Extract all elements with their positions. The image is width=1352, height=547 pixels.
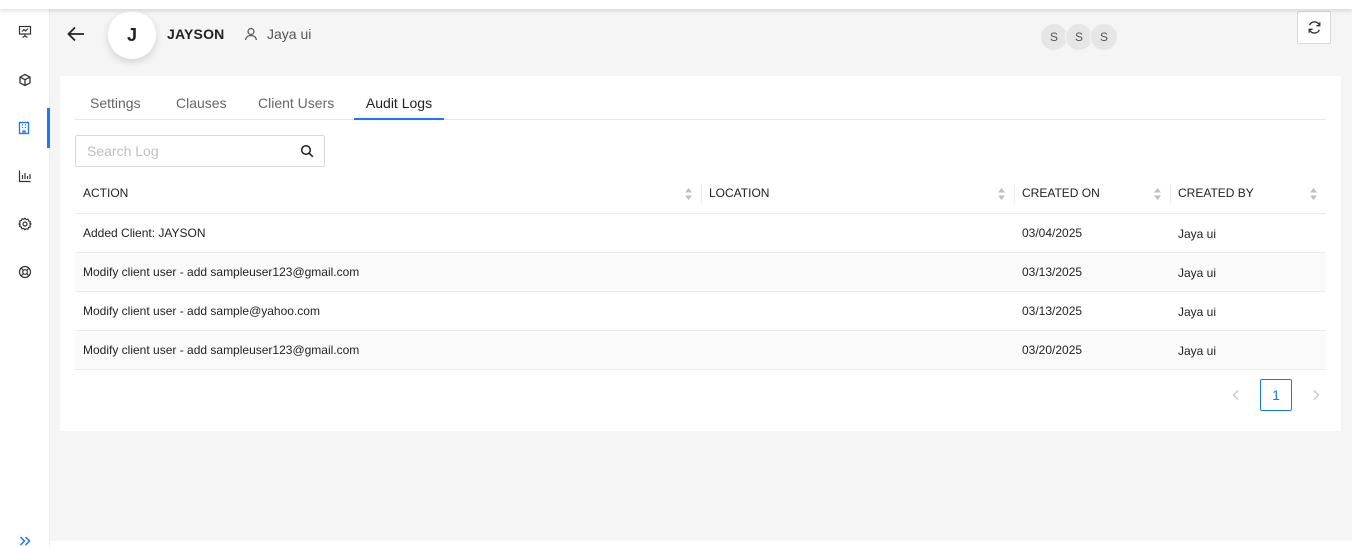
column-label: ACTION xyxy=(83,186,129,201)
chevron-right-icon xyxy=(1313,390,1320,400)
sidebar-item-support[interactable] xyxy=(0,252,50,292)
double-chevron-right-icon xyxy=(19,536,31,546)
client-avatar: J xyxy=(108,11,156,59)
table-header-row: ACTION LOCATION CREATED ON CREATED BY xyxy=(75,174,1326,214)
tab-settings[interactable]: Settings xyxy=(90,95,141,120)
user-chip: Jaya ui xyxy=(244,26,311,42)
previous-page-button[interactable] xyxy=(1220,379,1252,411)
presence-avatar: S xyxy=(1040,23,1068,51)
sort-icon xyxy=(685,188,692,200)
table-row[interactable]: Modify client user - add sampleuser123@g… xyxy=(75,252,1326,292)
created-on-cell: 03/13/2025 xyxy=(1014,252,1170,292)
table-row[interactable]: Modify client user - add sampleuser123@g… xyxy=(75,330,1326,370)
sidebar-item-dashboard[interactable] xyxy=(0,12,50,52)
column-header-action[interactable]: ACTION xyxy=(75,174,701,214)
location-cell xyxy=(701,330,1014,370)
refresh-button[interactable] xyxy=(1297,11,1331,44)
created-on-cell: 03/20/2025 xyxy=(1014,330,1170,370)
tab-clauses[interactable]: Clauses xyxy=(176,95,227,120)
search-icon[interactable] xyxy=(300,144,314,158)
created-on-cell: 03/04/2025 xyxy=(1014,213,1170,253)
location-cell xyxy=(701,291,1014,331)
column-label: CREATED BY xyxy=(1178,186,1254,201)
presence-avatar: S xyxy=(1090,23,1118,51)
action-cell: Added Client: JAYSON xyxy=(75,213,701,253)
user-icon xyxy=(244,27,258,41)
column-label: CREATED ON xyxy=(1022,186,1100,201)
location-cell xyxy=(701,252,1014,292)
audit-log-table: ACTION LOCATION CREATED ON CREATED BY Ad… xyxy=(75,174,1326,370)
sidebar-item-reports[interactable] xyxy=(0,156,50,196)
column-divider xyxy=(1170,184,1171,204)
back-button[interactable] xyxy=(64,22,88,46)
bar-chart-icon xyxy=(18,170,31,183)
column-header-location[interactable]: LOCATION xyxy=(701,174,1014,214)
sort-icon xyxy=(998,188,1005,200)
location-cell xyxy=(701,213,1014,253)
cube-icon xyxy=(19,73,31,87)
building-icon xyxy=(18,121,29,135)
main-content: J JAYSON Jaya ui S S S Settings Clauses … xyxy=(50,9,1352,541)
table-row[interactable]: Added Client: JAYSON 03/04/2025 Jaya ui xyxy=(75,213,1326,253)
table-row[interactable]: Modify client user - add sample@yahoo.co… xyxy=(75,291,1326,331)
column-label: LOCATION xyxy=(709,186,770,201)
tab-bar: Settings Clauses Client Users Audit Logs xyxy=(75,76,1326,120)
presentation-icon xyxy=(18,25,32,39)
sidebar xyxy=(0,9,50,547)
created-by-cell: Jaya ui xyxy=(1170,252,1326,292)
search-log-field xyxy=(75,135,325,167)
page-number-button[interactable]: 1 xyxy=(1260,379,1292,411)
sidebar-item-products[interactable] xyxy=(0,60,50,100)
pagination: 1 xyxy=(1220,379,1332,411)
sidebar-item-settings[interactable] xyxy=(0,204,50,244)
sidebar-expand-button[interactable] xyxy=(0,529,50,547)
created-on-cell: 03/13/2025 xyxy=(1014,291,1170,331)
lifebuoy-icon xyxy=(18,265,32,279)
user-name: Jaya ui xyxy=(267,26,312,42)
column-divider xyxy=(1014,184,1015,204)
column-header-created-by[interactable]: CREATED BY xyxy=(1170,174,1326,214)
tab-audit-logs[interactable]: Audit Logs xyxy=(354,95,444,120)
created-by-cell: Jaya ui xyxy=(1170,213,1326,253)
next-page-button[interactable] xyxy=(1300,379,1332,411)
refresh-icon xyxy=(1308,21,1320,34)
gear-icon xyxy=(18,217,32,231)
client-header: J JAYSON Jaya ui S S S xyxy=(50,9,1352,75)
action-cell: Modify client user - add sample@yahoo.co… xyxy=(75,291,701,331)
column-divider xyxy=(701,184,702,204)
sidebar-item-clients[interactable] xyxy=(0,108,50,148)
sort-icon xyxy=(1310,188,1317,200)
presence-avatar: S xyxy=(1065,23,1093,51)
sort-icon xyxy=(1154,188,1161,200)
client-name: JAYSON xyxy=(167,26,225,42)
created-by-cell: Jaya ui xyxy=(1170,330,1326,370)
arrow-left-icon xyxy=(67,26,84,42)
chevron-left-icon xyxy=(1232,390,1239,400)
action-cell: Modify client user - add sampleuser123@g… xyxy=(75,252,701,292)
audit-logs-card: Settings Clauses Client Users Audit Logs… xyxy=(60,76,1341,431)
search-log-input[interactable] xyxy=(76,136,291,166)
column-header-created-on[interactable]: CREATED ON xyxy=(1014,174,1170,214)
action-cell: Modify client user - add sampleuser123@g… xyxy=(75,330,701,370)
tab-client-users[interactable]: Client Users xyxy=(258,95,334,120)
created-by-cell: Jaya ui xyxy=(1170,291,1326,331)
presence-avatars: S S S xyxy=(1040,23,1118,51)
top-shadow-bar xyxy=(0,0,1352,9)
